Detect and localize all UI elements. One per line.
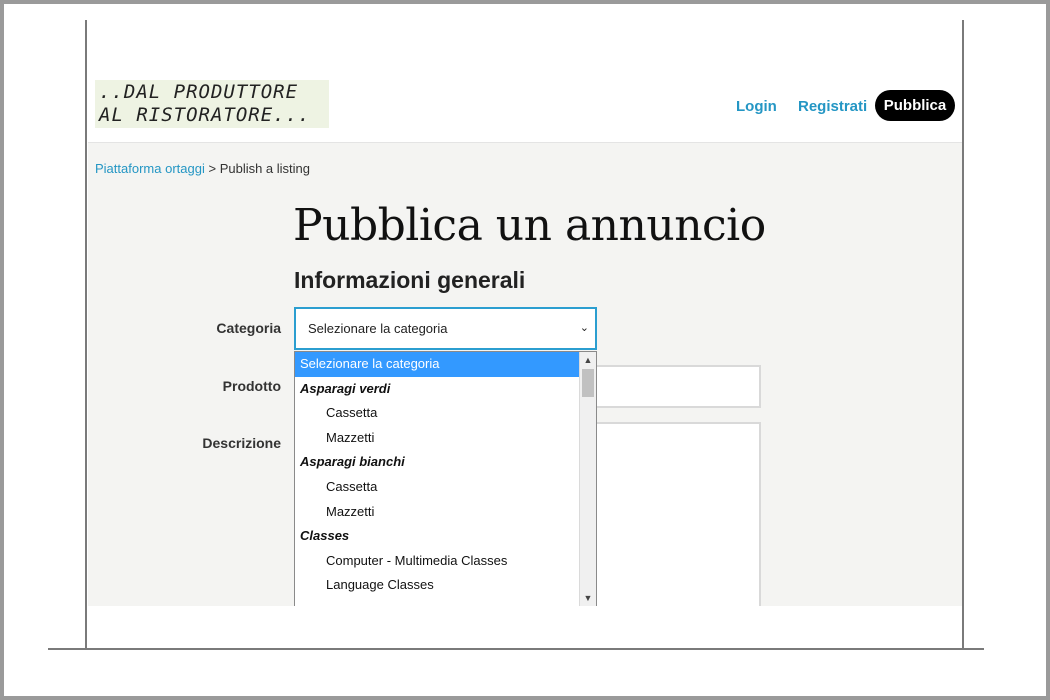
dropdown-option[interactable]: Selezionare la categoria: [295, 352, 596, 377]
site-logo[interactable]: ..DAL PRODUTTORE AL RISTORATORE...: [95, 80, 329, 128]
page-title: Pubblica un annuncio: [293, 200, 766, 251]
dropdown-options: Selezionare la categoria Asparagi verdi Ca…: [295, 352, 596, 598]
section-title: Informazioni generali: [294, 267, 526, 293]
product-label: Prodotto: [222, 378, 281, 394]
category-select-value: Selezionare la categoria: [308, 321, 448, 336]
login-link[interactable]: Login: [736, 98, 777, 115]
scroll-down-icon[interactable]: ▼: [580, 590, 596, 606]
dropdown-option[interactable]: Language Classes: [295, 573, 596, 598]
scroll-up-icon[interactable]: ▲: [580, 352, 596, 368]
breadcrumb-current: Publish a listing: [219, 161, 311, 176]
logo-line-2: AL RISTORATORE...: [99, 104, 311, 126]
category-dropdown-list[interactable]: Selezionare la categoria Asparagi verdi Ca…: [294, 351, 597, 606]
scrollbar-thumb[interactable]: [582, 369, 594, 397]
frame-left-line: [85, 20, 87, 648]
frame-right-line: [962, 20, 964, 648]
dropdown-option[interactable]: Mazzetti: [295, 426, 596, 451]
category-label: Categoria: [216, 320, 281, 336]
site-header: ..DAL PRODUTTORE AL RISTORATORE... Login…: [88, 20, 962, 143]
breadcrumb-separator: >: [208, 161, 217, 176]
register-link[interactable]: Registrati: [798, 98, 867, 115]
dropdown-group-label: Asparagi bianchi: [300, 454, 405, 470]
logo-line-1: ..DAL PRODUTTORE: [99, 81, 299, 103]
frame-bottom-line: [48, 648, 984, 650]
category-select[interactable]: Selezionare la categoria ⌄: [294, 307, 597, 350]
breadcrumb: Piattaforma ortaggi > Publish a listing: [95, 161, 310, 176]
dropdown-option[interactable]: Cassetta: [295, 401, 596, 426]
dropdown-scrollbar[interactable]: ▲ ▼: [579, 352, 596, 606]
dropdown-group-label: Classes: [300, 528, 350, 544]
dropdown-option[interactable]: Computer - Multimedia Classes: [295, 549, 596, 574]
browser-page: ..DAL PRODUTTORE AL RISTORATORE... Login…: [88, 20, 962, 606]
description-label: Descrizione: [202, 435, 281, 451]
breadcrumb-home-link[interactable]: Piattaforma ortaggi: [95, 161, 205, 176]
dropdown-option[interactable]: Mazzetti: [295, 500, 596, 525]
publish-button[interactable]: Pubblica: [875, 90, 955, 121]
chevron-down-icon: ⌄: [579, 322, 589, 334]
dropdown-group-label: Asparagi verdi: [300, 380, 391, 396]
dropdown-option[interactable]: Cassetta: [295, 475, 596, 500]
